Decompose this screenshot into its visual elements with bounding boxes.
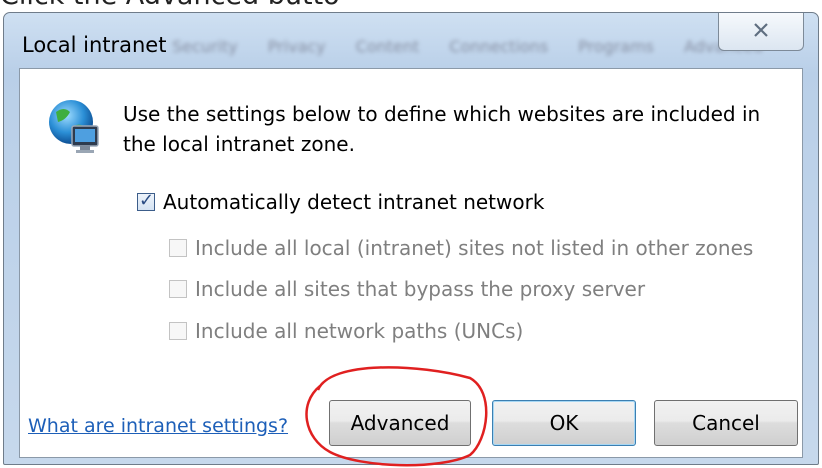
- checkbox-disabled: [169, 280, 187, 298]
- bg-tab: Connections: [449, 37, 549, 56]
- zone-description: Use the settings below to define which w…: [123, 102, 761, 156]
- dialog-title: Local intranet: [22, 33, 167, 57]
- bg-tab: Content: [355, 37, 420, 56]
- intranet-settings-help-link[interactable]: What are intranet settings?: [28, 415, 288, 437]
- bg-tab: Security: [172, 37, 238, 56]
- globe-monitor-icon: [46, 96, 102, 156]
- local-intranet-dialog: Security Privacy Content Connections Pro…: [3, 12, 819, 465]
- ok-button[interactable]: OK: [492, 400, 636, 446]
- checkbox-disabled: [169, 239, 187, 257]
- option-include-network-paths: Include all network paths (UNCs): [169, 319, 523, 343]
- instruction-text: Click the Advanced butto: [0, 0, 340, 11]
- checkbox-checked[interactable]: [137, 190, 155, 211]
- option-include-local-sites: Include all local (intranet) sites not l…: [169, 236, 753, 260]
- option-label: Include all local (intranet) sites not l…: [195, 236, 754, 260]
- cancel-button[interactable]: Cancel: [654, 400, 798, 446]
- checkbox-disabled: [169, 322, 187, 340]
- advanced-button[interactable]: Advanced: [329, 400, 471, 446]
- option-label: Automatically detect intranet network: [163, 190, 545, 214]
- option-label: Include all network paths (UNCs): [195, 319, 524, 343]
- bg-tab: Programs: [578, 37, 654, 56]
- close-button[interactable]: [718, 13, 804, 51]
- option-label: Include all sites that bypass the proxy …: [195, 277, 646, 301]
- instruction-snippet: Click the Advanced butto: [0, 0, 822, 12]
- option-auto-detect[interactable]: Automatically detect intranet network: [137, 190, 544, 214]
- background-tabs: Security Privacy Content Connections Pro…: [164, 37, 798, 59]
- close-icon: [752, 20, 770, 44]
- option-include-bypass-proxy: Include all sites that bypass the proxy …: [169, 277, 645, 301]
- bg-tab: Privacy: [267, 37, 326, 56]
